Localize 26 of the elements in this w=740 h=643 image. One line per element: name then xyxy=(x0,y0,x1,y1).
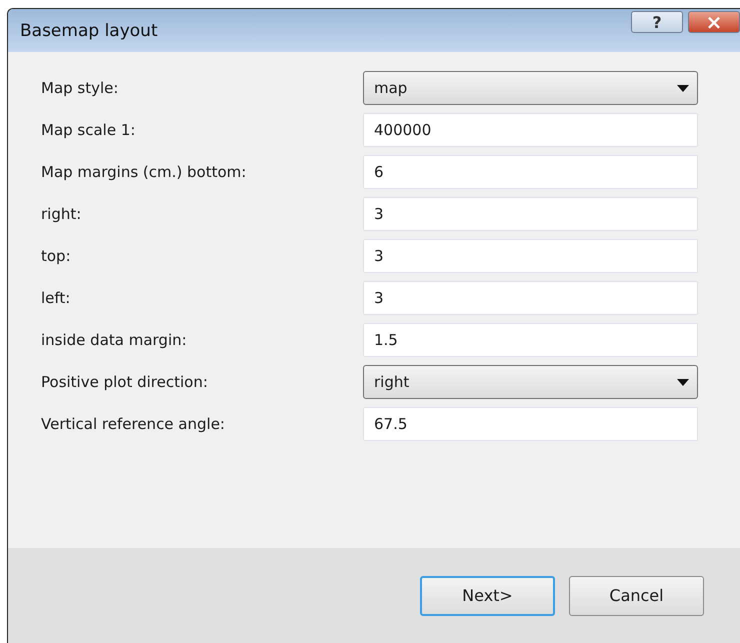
help-button[interactable]: ? xyxy=(631,11,683,33)
input-field[interactable]: 3 xyxy=(363,239,698,273)
field-label: Positive plot direction: xyxy=(41,373,209,391)
dropdown[interactable]: right xyxy=(363,365,698,399)
dropdown-value: right xyxy=(374,373,410,391)
window-title: Basemap layout xyxy=(20,20,158,40)
next-button[interactable]: Next> xyxy=(420,576,555,616)
input-field[interactable]: 3 xyxy=(363,197,698,231)
input-field[interactable]: 6 xyxy=(363,155,698,189)
dropdown-value: map xyxy=(374,79,408,97)
field-label: top: xyxy=(41,247,72,265)
field-label: Map style: xyxy=(41,79,120,97)
field-label: left: xyxy=(41,289,72,307)
input-field[interactable]: 1.5 xyxy=(363,323,698,357)
field-label: Map scale 1: xyxy=(41,121,136,139)
field-label: Vertical reference angle: xyxy=(41,415,226,433)
field-label: Map margins (cm.) bottom: xyxy=(41,163,248,181)
field-label: inside data margin: xyxy=(41,331,188,349)
caret-icon xyxy=(677,84,689,92)
caret-icon xyxy=(677,378,689,386)
cancel-button[interactable]: Cancel xyxy=(569,576,704,616)
dropdown[interactable]: map xyxy=(363,71,698,105)
field-label: right: xyxy=(41,205,82,223)
input-field[interactable]: 67.5 xyxy=(363,407,698,441)
input-field[interactable]: 3 xyxy=(363,281,698,315)
input-field[interactable]: 400000 xyxy=(363,113,698,147)
